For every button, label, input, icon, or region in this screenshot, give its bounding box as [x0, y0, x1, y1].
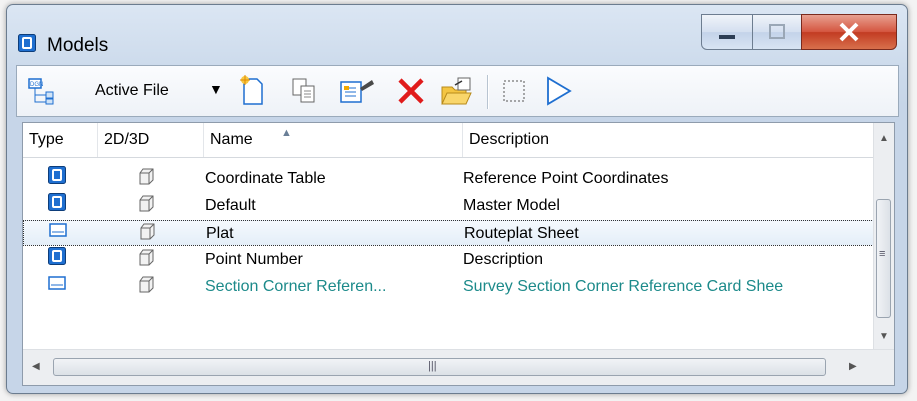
copy-model-button[interactable]: [287, 74, 321, 108]
select-all-button[interactable]: [497, 74, 531, 108]
table-row[interactable]: Default Master Model: [23, 193, 874, 219]
active-file-label[interactable]: Active File: [95, 82, 169, 100]
list-header: Type 2D/3D Name ▲ Description: [23, 123, 874, 158]
import-icon: [441, 77, 472, 105]
row-description: Survey Section Corner Reference Card She…: [463, 278, 784, 295]
close-button[interactable]: [801, 14, 897, 50]
row-description: Master Model: [463, 197, 560, 214]
column-header-dimension[interactable]: 2D/3D: [98, 123, 204, 157]
delete-icon: [398, 78, 424, 104]
row-name: Point Number: [205, 251, 303, 268]
minimize-button[interactable]: [701, 14, 753, 50]
toolbar: DGN Active File ▼: [16, 65, 899, 117]
column-header-type[interactable]: Type: [23, 123, 98, 157]
scroll-right-arrow-icon[interactable]: ▶: [849, 361, 857, 372]
maximize-button[interactable]: [752, 14, 802, 50]
open-sheet-button[interactable]: [541, 74, 575, 108]
row-name: Coordinate Table: [205, 170, 326, 187]
vertical-scroll-thumb[interactable]: ≡: [876, 199, 891, 318]
row-name: Plat: [206, 225, 234, 242]
table-row-selected[interactable]: Plat Routeplat Sheet: [23, 220, 874, 246]
copy-model-icon: [292, 78, 315, 103]
svg-text:DGN: DGN: [30, 82, 43, 88]
table-row[interactable]: Point Number Description: [23, 247, 874, 273]
3d-cube-icon: [137, 166, 161, 195]
title-bar[interactable]: Models: [7, 5, 907, 65]
design-model-icon: [48, 247, 68, 274]
minimize-icon: [719, 35, 735, 39]
model-properties-button[interactable]: [337, 74, 377, 108]
column-header-name-label: Name: [210, 131, 253, 148]
model-tree-icon: DGN: [28, 78, 54, 105]
new-model-icon: [240, 75, 263, 105]
close-icon: [839, 22, 859, 42]
horizontal-scroll-thumb[interactable]: |||: [53, 358, 826, 376]
toolbar-separator: [487, 75, 489, 109]
window-title: Models: [47, 35, 109, 56]
column-header-description[interactable]: Description: [463, 123, 874, 157]
chevron-down-icon[interactable]: ▼: [209, 81, 223, 97]
scroll-left-arrow-icon[interactable]: ◀: [32, 361, 40, 372]
grip-icon: ≡: [879, 248, 886, 260]
grip-icon: |||: [428, 360, 437, 372]
select-all-icon: [503, 80, 525, 102]
open-sheet-icon: [547, 76, 572, 106]
scroll-up-arrow-icon[interactable]: ▲: [879, 133, 889, 144]
import-model-button[interactable]: [437, 74, 477, 108]
models-window: Models DGN Active File ▼ Type 2D/3D Name…: [6, 4, 908, 394]
sheet-model-icon: [48, 274, 68, 301]
column-header-name[interactable]: Name: [204, 123, 463, 157]
row-description: Reference Point Coordinates: [463, 170, 669, 187]
model-icon: [18, 34, 36, 52]
row-description: Description: [463, 251, 544, 268]
3d-cube-icon: [137, 193, 161, 222]
sheet-model-icon: [49, 221, 69, 248]
properties-icon: [340, 80, 374, 103]
horizontal-scrollbar[interactable]: ◀ ||| ▶: [23, 349, 894, 385]
scroll-down-arrow-icon[interactable]: ▼: [879, 331, 889, 342]
row-name: Default: [205, 197, 256, 214]
active-file-selector[interactable]: DGN: [25, 74, 57, 108]
table-row[interactable]: Coordinate Table Reference Point Coordin…: [23, 166, 874, 192]
row-name: Section Corner Referen...: [205, 278, 387, 295]
table-row[interactable]: Section Corner Referen... Survey Section…: [23, 274, 874, 300]
row-description: Routeplat Sheet: [464, 225, 579, 242]
design-model-icon: [48, 193, 68, 220]
3d-cube-icon: [138, 221, 162, 250]
sort-ascending-icon: ▲: [281, 127, 292, 139]
new-model-button[interactable]: [235, 74, 269, 108]
maximize-icon: [769, 24, 785, 39]
3d-cube-icon: [137, 274, 161, 303]
vertical-scrollbar[interactable]: ▲ ≡ ▼: [873, 123, 894, 350]
delete-model-button[interactable]: [392, 74, 430, 108]
models-list[interactable]: Type 2D/3D Name ▲ Description Coordinate…: [22, 122, 895, 386]
3d-cube-icon: [137, 247, 161, 276]
design-model-icon: [48, 166, 68, 193]
